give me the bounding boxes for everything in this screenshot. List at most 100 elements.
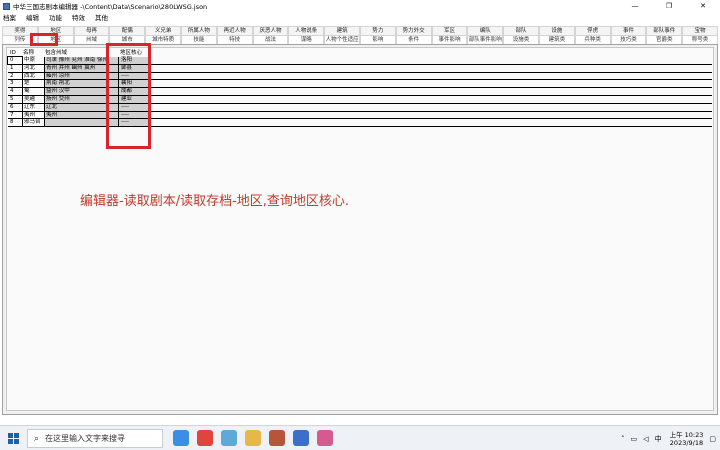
tab-r1-11[interactable]: 势力外交	[395, 26, 432, 35]
cell-empty	[150, 111, 712, 119]
cell-id[interactable]: 3	[8, 80, 22, 87]
notification-icon[interactable]: ▢	[709, 435, 716, 443]
tab-r2-19[interactable]: 称号类	[682, 35, 718, 44]
cell-id[interactable]: 1	[8, 65, 22, 72]
chevron-up-icon[interactable]: ˄	[621, 435, 625, 443]
tab-r1-8[interactable]: 人物说条	[288, 26, 325, 35]
menu-edit[interactable]: 编辑	[26, 12, 39, 22]
highlight-core-column	[106, 43, 151, 149]
app-icon-7[interactable]	[317, 430, 333, 446]
tab-r2-7[interactable]: 战法	[252, 35, 289, 44]
edge-icon[interactable]	[173, 430, 189, 446]
cell-name[interactable]: 河北	[22, 64, 44, 72]
tab-r2-18[interactable]: 官爵类	[646, 35, 683, 44]
menu-other[interactable]: 其他	[95, 12, 108, 22]
search-placeholder: 在这里输入文字来搜寻	[45, 434, 126, 443]
tab-r2-2[interactable]: 州域	[73, 35, 110, 44]
highlight-region-tab	[30, 33, 58, 46]
cell-name[interactable]: 辽东	[22, 103, 44, 111]
cell-name[interactable]: 中原	[22, 57, 44, 64]
tab-r1-6[interactable]: 再近人物	[216, 26, 253, 35]
tab-r1-18[interactable]: 部队事件	[646, 26, 683, 35]
app-icon-3[interactable]	[221, 430, 237, 446]
cell-id[interactable]: 0	[7, 56, 23, 65]
taskbar-search[interactable]: ⌕ 在这里输入文字来搜寻	[27, 429, 163, 448]
cell-name[interactable]: 夷州	[22, 111, 44, 119]
clock-time: 上午 10:23	[669, 430, 704, 439]
cell-name[interactable]: 楚	[22, 80, 44, 88]
tab-r2-14[interactable]: 设施类	[503, 35, 539, 44]
cell-name[interactable]: 邪马台	[22, 119, 44, 127]
tab-r1-9[interactable]: 建筑	[324, 26, 360, 35]
cell-empty	[150, 95, 712, 103]
tab-r2-8[interactable]: 谋略	[288, 35, 325, 44]
search-icon: ⌕	[34, 433, 40, 444]
window-title: 中华三国志剧本编辑器 -\Content\Data\Scenario\280LW…	[13, 3, 208, 11]
file-explorer-icon[interactable]	[245, 430, 261, 446]
annotation-text: 编辑器-读取剧本/读取存档-地区,查询地区核心.	[80, 194, 350, 209]
tab-r2-13[interactable]: 部队事件影响	[467, 35, 504, 44]
menu-function[interactable]: 功能	[49, 12, 62, 22]
cell-id[interactable]: 6	[8, 104, 22, 111]
tab-r1-2[interactable]: 母再	[73, 26, 110, 35]
menu-effects[interactable]: 特效	[72, 12, 85, 22]
clock[interactable]: 上午 10:23 2023/9/18	[670, 431, 704, 447]
tab-r1-12[interactable]: 军区	[431, 26, 468, 35]
tab-r1-16[interactable]: 俘虏	[574, 26, 611, 35]
cell-name[interactable]: 吴越	[22, 95, 44, 103]
cell-empty	[150, 103, 712, 111]
tab-r2-9[interactable]: 人物个性适应	[324, 35, 360, 44]
tab-r1-3[interactable]: 配偶	[109, 26, 146, 35]
menu-file[interactable]: 档案	[3, 12, 16, 22]
close-button[interactable]: ✕	[686, 0, 720, 12]
cell-name[interactable]: 蜀	[22, 88, 44, 95]
header-name[interactable]: 名称	[22, 49, 44, 57]
tab-r1-19[interactable]: 宝物	[682, 26, 718, 35]
taskbar-apps	[173, 430, 341, 446]
cell-empty	[150, 88, 712, 95]
tab-r2-15[interactable]: 建筑类	[538, 35, 575, 44]
maximize-button[interactable]: ❐	[652, 0, 686, 12]
tab-r1-17[interactable]: 事件	[610, 26, 647, 35]
header-id[interactable]: ID	[8, 49, 22, 57]
tab-r2-10[interactable]: 影响	[359, 35, 396, 44]
cell-name[interactable]: 西北	[22, 72, 44, 80]
tab-r1-5[interactable]: 所属人物	[180, 26, 217, 35]
tab-r2-5[interactable]: 技能	[180, 35, 217, 44]
chrome-icon[interactable]	[197, 430, 213, 446]
header-empty	[150, 49, 712, 57]
cell-id[interactable]: 7	[8, 112, 22, 119]
cell-empty	[150, 80, 712, 88]
clock-date: 2023/9/18	[669, 438, 704, 447]
minimize-button[interactable]: —	[618, 0, 652, 12]
windows-start-icon[interactable]	[8, 433, 19, 444]
cell-id[interactable]: 4	[8, 88, 22, 95]
tab-r1-4[interactable]: 义兄弟	[145, 26, 181, 35]
tab-r2-16[interactable]: 兵种类	[574, 35, 611, 44]
network-icon[interactable]: ▭	[631, 435, 638, 443]
title-bar: 中华三国志剧本编辑器 -\Content\Data\Scenario\280LW…	[0, 0, 720, 12]
app-icon	[3, 2, 10, 10]
tab-r1-7[interactable]: 厌恶人物	[252, 26, 289, 35]
cell-empty	[150, 119, 712, 127]
cell-id[interactable]: 8	[8, 119, 22, 126]
tab-r2-6[interactable]: 特技	[216, 35, 253, 44]
cell-empty	[150, 72, 712, 80]
ime-indicator[interactable]: 中	[655, 434, 662, 444]
tab-r1-10[interactable]: 势力	[359, 26, 396, 35]
cell-id[interactable]: 5	[8, 96, 22, 103]
tab-r1-15[interactable]: 设施	[538, 26, 575, 35]
tab-r2-12[interactable]: 事件影响	[431, 35, 468, 44]
cell-id[interactable]: 2	[8, 73, 22, 80]
tab-r1-14[interactable]: 部队	[503, 26, 539, 35]
menu-bar: 档案 编辑 功能 特效 其他	[0, 12, 720, 22]
cell-empty	[150, 64, 712, 72]
app-icon-5[interactable]	[269, 430, 285, 446]
tab-r2-17[interactable]: 技巧类	[610, 35, 647, 44]
volume-icon[interactable]: ◁	[643, 435, 648, 443]
system-tray: ˄ ▭ ◁ 中 上午 10:23 2023/9/18 ▢	[615, 429, 716, 448]
editor-app-icon[interactable]	[293, 430, 309, 446]
taskbar: ⌕ 在这里输入文字来搜寻 ˄ ▭ ◁ 中 上午 10:23 2023/9/18 …	[0, 425, 720, 450]
tab-r1-13[interactable]: 编队	[467, 26, 504, 35]
tab-r2-11[interactable]: 条件	[395, 35, 432, 44]
